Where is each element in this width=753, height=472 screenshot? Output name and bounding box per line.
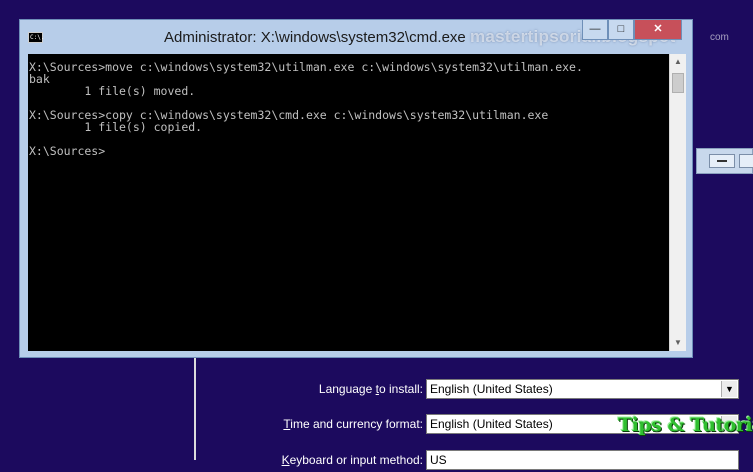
console-output[interactable]: X:\Sources>move c:\windows\system32\util… xyxy=(28,54,669,351)
minimize-button[interactable]: — xyxy=(582,20,608,40)
scroll-thumb[interactable] xyxy=(672,73,684,93)
setup-minimize-button[interactable] xyxy=(709,154,735,168)
setup-window-titlebar xyxy=(696,148,753,174)
tips-tutorial-logo: Tips & Tutorial xyxy=(618,414,753,436)
cmd-window: C:\. Administrator: X:\windows\system32\… xyxy=(19,19,729,358)
cmd-titlebar[interactable]: C:\. Administrator: X:\windows\system32\… xyxy=(20,20,729,54)
window-title: Administrator: X:\windows\system32\cmd.e… xyxy=(164,29,466,46)
chevron-down-icon[interactable]: ▼ xyxy=(721,381,737,397)
setup-divider-line xyxy=(194,355,196,460)
language-label: Language to install: xyxy=(318,382,423,396)
language-row: Language to install: English (United Sta… xyxy=(0,379,753,401)
setup-close-button[interactable] xyxy=(739,154,753,168)
console-text: X:\Sources>move c:\windows\system32\util… xyxy=(29,60,583,158)
scroll-down-icon[interactable]: ▼ xyxy=(670,335,686,351)
cmd-app-icon[interactable]: C:\. xyxy=(28,32,44,43)
vertical-scrollbar[interactable]: ▲ ▼ xyxy=(669,54,686,351)
scroll-up-icon[interactable]: ▲ xyxy=(670,54,686,70)
keyboard-label: Keyboard or input method: xyxy=(281,453,423,467)
watermark-suffix: com xyxy=(710,32,729,43)
language-value: English (United States) xyxy=(430,382,553,396)
keyboard-select[interactable]: US xyxy=(426,450,739,470)
keyboard-value: US xyxy=(430,453,447,467)
time-currency-value: English (United States) xyxy=(430,417,553,431)
keyboard-row: Keyboard or input method: US xyxy=(0,450,753,472)
close-button[interactable]: ✕ xyxy=(634,20,682,40)
language-select[interactable]: English (United States) ▼ xyxy=(426,379,739,399)
maximize-button[interactable]: □ xyxy=(608,20,634,40)
time-currency-label: Time and currency format: xyxy=(283,417,423,431)
